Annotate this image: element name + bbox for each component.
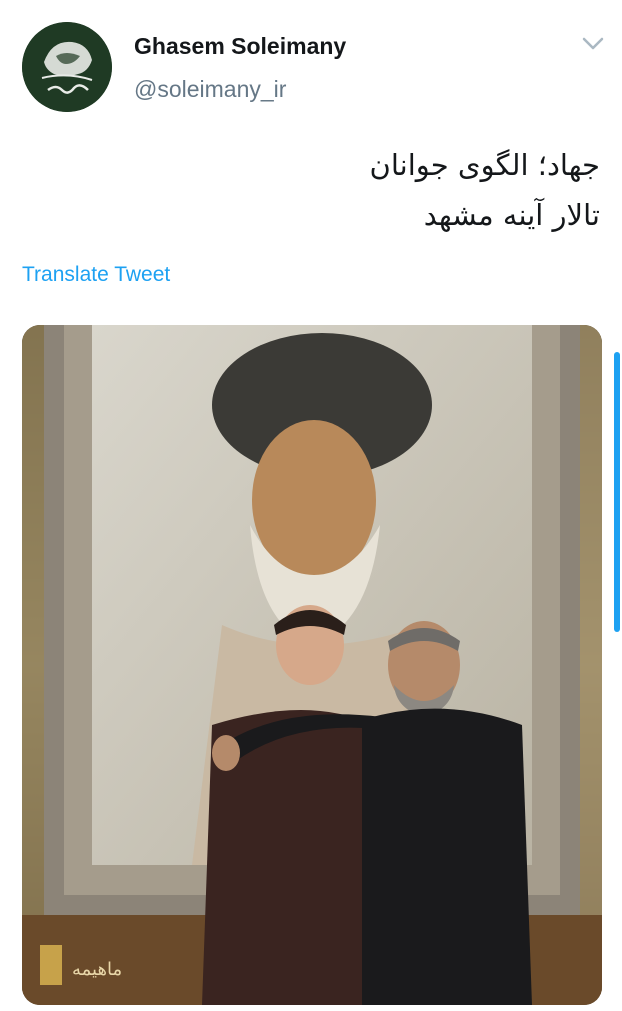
- chevron-down-icon[interactable]: [580, 34, 606, 54]
- author-avatar[interactable]: [22, 22, 112, 112]
- scrollbar[interactable]: [614, 352, 620, 632]
- svg-text:ماهیمه: ماهیمه: [72, 959, 122, 980]
- tweet-text-line-2: تالار آینه مشهد: [423, 198, 600, 232]
- tweet-text: جهاد؛ الگوی جوانان تالار آینه مشهد: [40, 140, 600, 240]
- translate-tweet-link[interactable]: Translate Tweet: [22, 263, 170, 287]
- profile-avatar-emblem-icon: [22, 22, 112, 112]
- author-handle[interactable]: @soleimany_ir: [134, 76, 286, 103]
- tweet-photo[interactable]: ماهیمه: [22, 325, 602, 1005]
- photo-image: ماهیمه: [22, 325, 602, 1005]
- tweet-text-line-1: جهاد؛ الگوی جوانان: [369, 148, 600, 182]
- author-name[interactable]: Ghasem Soleimany: [134, 33, 346, 60]
